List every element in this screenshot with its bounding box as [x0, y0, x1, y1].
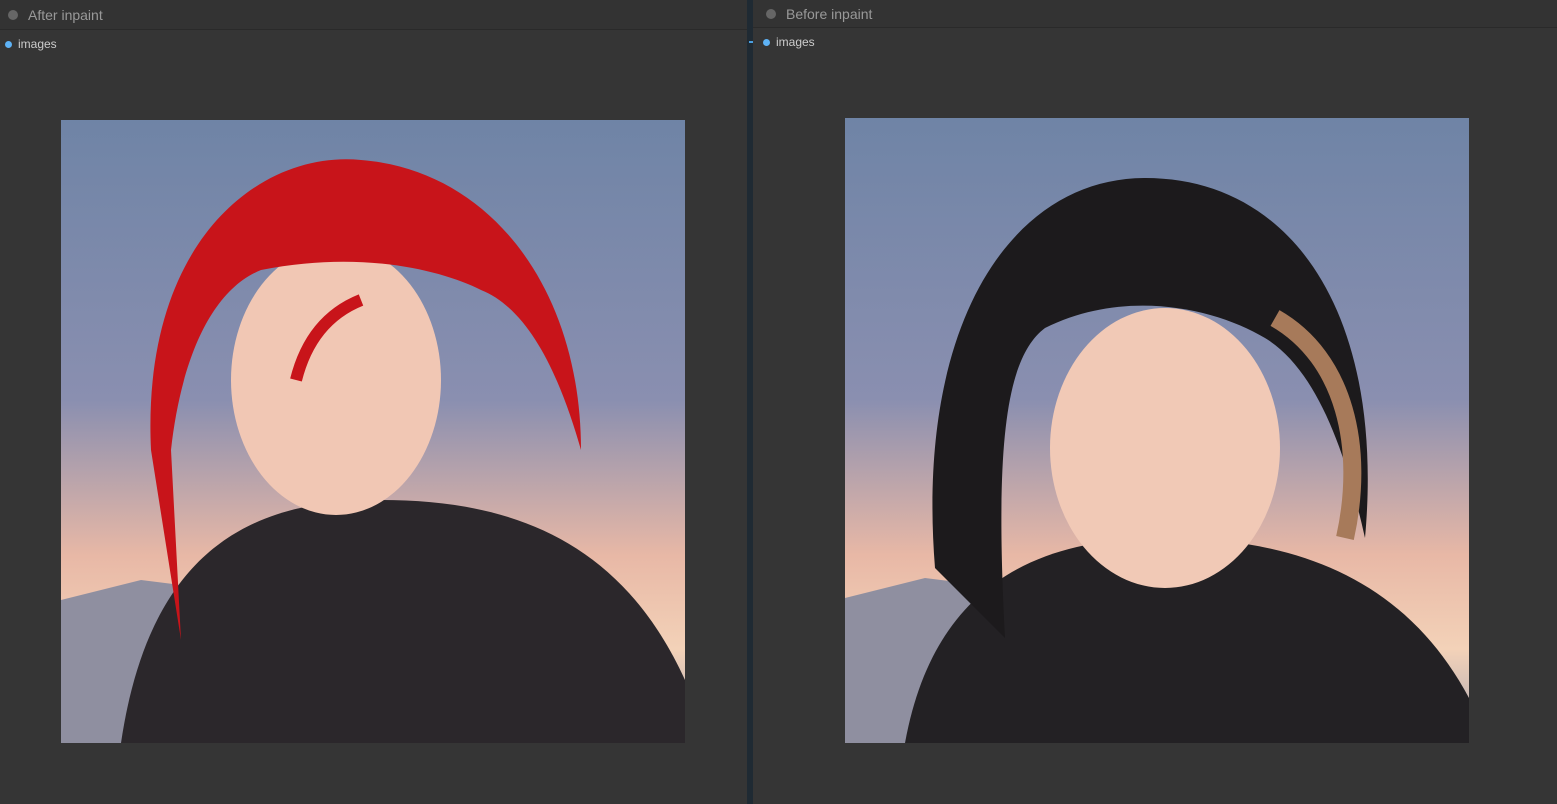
node-title-bar[interactable]: Before inpaint [753, 0, 1557, 28]
slot-label: images [18, 37, 57, 51]
preview-image-node-after[interactable]: After inpaint images [0, 0, 747, 804]
node-title: Before inpaint [786, 5, 873, 22]
preview-image-node-before[interactable]: Before inpaint images [753, 0, 1557, 804]
collapse-dot-icon[interactable] [8, 9, 18, 20]
preview-image-after[interactable] [61, 120, 685, 743]
preview-image-before[interactable] [845, 118, 1469, 743]
slot-label: images [776, 35, 815, 49]
collapse-dot-icon[interactable] [766, 8, 776, 19]
node-title-bar[interactable]: After inpaint [0, 0, 747, 30]
input-slot-images[interactable]: images [0, 30, 747, 58]
input-slot-images[interactable]: images [753, 28, 1557, 56]
slot-connector-icon[interactable] [763, 38, 770, 46]
slot-connector-icon[interactable] [5, 40, 12, 48]
node-title: After inpaint [28, 6, 103, 23]
